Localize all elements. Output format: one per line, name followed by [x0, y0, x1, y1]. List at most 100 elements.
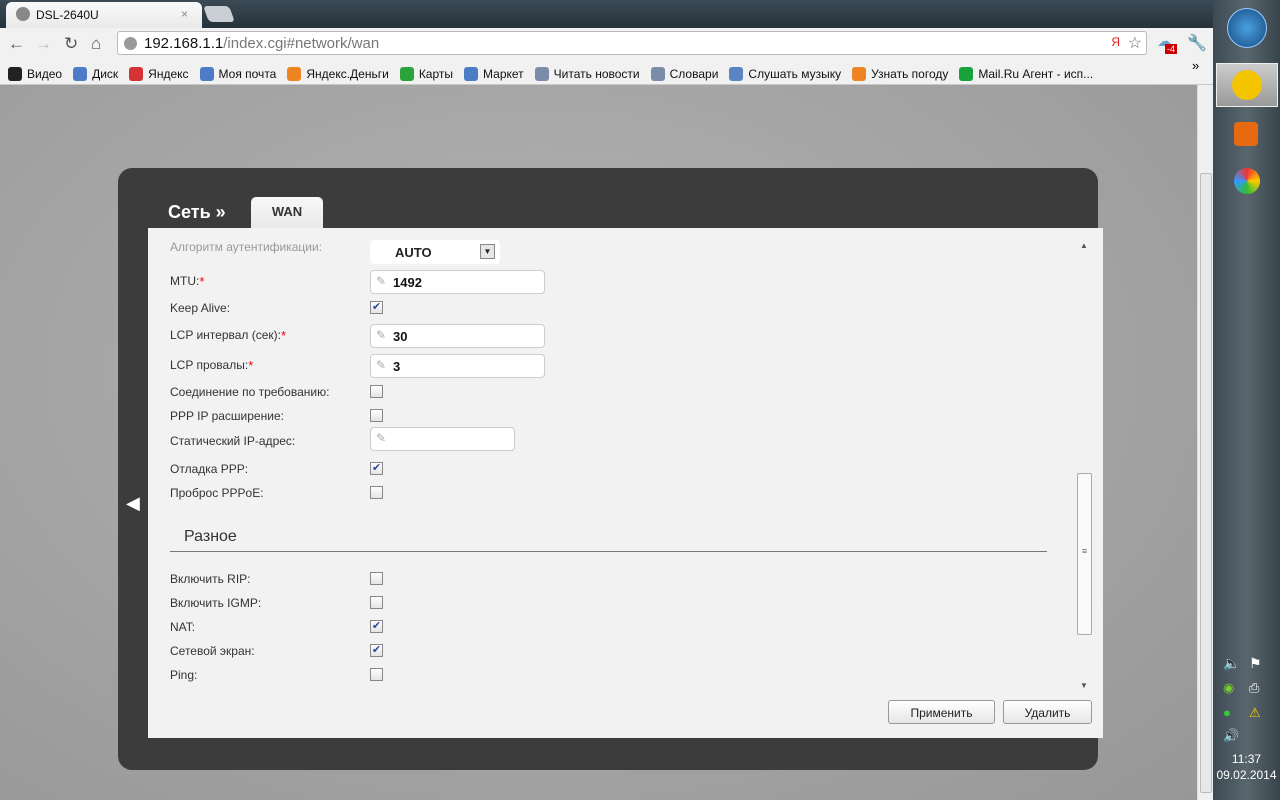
bookmark-item[interactable]: Яндекс.Деньги [287, 63, 389, 84]
speaker-icon[interactable]: 🔊 [1223, 728, 1239, 744]
checkbox[interactable] [370, 486, 383, 499]
bookmark-label: Словари [669, 66, 719, 81]
checkbox[interactable] [370, 385, 383, 398]
bookmark-icon [287, 66, 302, 81]
label-text: Ping: [170, 668, 198, 682]
auth-select[interactable]: AUTO ▼ [370, 240, 500, 264]
label-text: Включить IGMP: [170, 596, 262, 610]
taskbar-app[interactable] [1234, 168, 1260, 194]
label-text: Соединение по требованию: [170, 385, 330, 399]
bookmark-item[interactable]: Яндекс [129, 63, 189, 84]
bookmark-icon [73, 66, 88, 81]
close-tab-icon[interactable]: × [181, 7, 188, 21]
auth-label: Алгоритм аутентификации: [170, 240, 323, 254]
field-label: LCP интервал (сек):* [170, 328, 286, 343]
clock-time[interactable]: 11:37 [1213, 752, 1280, 766]
forward-icon[interactable]: → [35, 34, 52, 54]
required-mark: * [199, 274, 205, 289]
volume-muted-icon[interactable]: 🔈 [1223, 655, 1240, 672]
checkbox[interactable] [370, 668, 383, 681]
printer-icon[interactable]: ⎙ [1249, 680, 1259, 696]
bookmark-item[interactable]: Маркет [464, 63, 524, 84]
globe-icon [16, 7, 30, 21]
label-text: Отладка PPP: [170, 462, 249, 476]
url-host: 192.168.1.1 [144, 35, 224, 52]
bookmark-icon [199, 66, 214, 81]
browser-toolbar: ← → ↻ ⌂ 192.168.1.1/index.cgi#network/wa… [0, 28, 1213, 58]
label-text: Keep Alive: [170, 301, 231, 315]
taskbar-media-player[interactable] [1234, 122, 1258, 146]
text-input[interactable]: ✎ 1492 [370, 270, 545, 294]
bookmark-item[interactable]: Карты [399, 63, 453, 84]
field-label: NAT: [170, 620, 195, 634]
checkbox[interactable]: ✔ [370, 644, 383, 657]
bookmark-icon [399, 66, 414, 81]
taskbar-chrome[interactable] [1216, 63, 1278, 107]
clock-date[interactable]: 09.02.2014 [1213, 768, 1280, 782]
text-input[interactable]: ✎ 3 [370, 354, 545, 378]
field-label: Соединение по требованию: [170, 385, 329, 399]
start-button[interactable] [1227, 8, 1267, 48]
checkbox[interactable] [370, 572, 383, 585]
label-text: MTU: [170, 274, 200, 288]
checkbox[interactable] [370, 596, 383, 609]
bookmark-item[interactable]: Узнать погоду [852, 63, 948, 84]
bookmark-item[interactable]: Читать новости [534, 63, 640, 84]
tab-wan[interactable]: WAN [251, 197, 323, 228]
user-icon[interactable]: ● [1223, 705, 1231, 720]
form-scrollbar[interactable]: ▲ ▼ ≡ [1075, 238, 1093, 690]
browser-tab[interactable]: DSL-2640U × [6, 2, 202, 28]
bookmark-item[interactable]: Видео [8, 63, 62, 84]
settings-sheet [148, 228, 1103, 738]
checkbox[interactable]: ✔ [370, 462, 383, 475]
bookmark-label: Диск [92, 66, 119, 81]
pencil-icon: ✎ [376, 431, 387, 445]
wrench-icon[interactable]: 🔧 [1187, 33, 1207, 53]
section-heading: Разное [184, 528, 237, 545]
field-label: Статический IP-адрес: [170, 434, 295, 448]
field-label: PPP IP расширение: [170, 409, 284, 423]
label-text: LCP провалы: [170, 358, 249, 372]
home-icon[interactable]: ⌂ [91, 34, 101, 54]
bookmark-label: Слушать музыку [748, 66, 842, 81]
new-tab-button[interactable] [203, 6, 235, 22]
bookmark-item[interactable]: Моя почта [199, 63, 276, 84]
back-icon[interactable]: ← [8, 34, 25, 54]
network-warning-icon[interactable]: ⚠ [1249, 705, 1261, 721]
bookmark-item[interactable]: Диск [73, 63, 118, 84]
page-scrollbar[interactable] [1197, 85, 1213, 800]
apply-button[interactable]: Применить [888, 700, 995, 724]
pencil-icon: ✎ [376, 274, 387, 288]
text-input[interactable]: ✎ 30 [370, 324, 545, 348]
text-input[interactable]: ✎ [370, 427, 515, 451]
bookmark-star-icon[interactable]: ☆ [1128, 33, 1142, 53]
action-center-icon[interactable]: ⚑ [1249, 655, 1262, 672]
required-mark: * [248, 358, 254, 373]
checkbox[interactable]: ✔ [370, 301, 383, 314]
tab-strip: DSL-2640U × [0, 0, 1213, 28]
bookmark-item[interactable]: Слушать музыку [729, 63, 841, 84]
bookmark-item[interactable]: Словари [650, 63, 719, 84]
bookmark-label: Читать новости [553, 66, 640, 81]
delete-button[interactable]: Удалить [1003, 700, 1092, 724]
divider [170, 551, 1047, 552]
checkbox[interactable] [370, 409, 383, 422]
bookmarks-more[interactable]: » [1192, 58, 1199, 73]
field-label: Ping: [170, 668, 197, 682]
field-label: Отладка PPP: [170, 462, 248, 476]
bookmark-label: Узнать погоду [871, 66, 949, 81]
back-arrow-icon[interactable]: ◀ [126, 493, 140, 514]
bookmark-item[interactable]: Mail.Ru Агент - исп... [959, 63, 1093, 84]
checkbox[interactable]: ✔ [370, 620, 383, 633]
pencil-icon: ✎ [376, 328, 387, 342]
breadcrumb[interactable]: Сеть » [168, 202, 226, 223]
auth-value: AUTO [395, 245, 432, 260]
reload-icon[interactable]: ↻ [64, 34, 78, 54]
address-bar[interactable]: 192.168.1.1/index.cgi#network/wan ☆ Я [117, 31, 1147, 55]
pencil-icon: ✎ [376, 358, 387, 372]
field-label: MTU:* [170, 274, 204, 289]
nvidia-icon[interactable]: ◉ [1223, 680, 1234, 696]
yandex-icon[interactable]: Я [1111, 35, 1120, 49]
label-text: LCP интервал (сек): [170, 328, 281, 342]
bookmark-icon [464, 66, 479, 81]
